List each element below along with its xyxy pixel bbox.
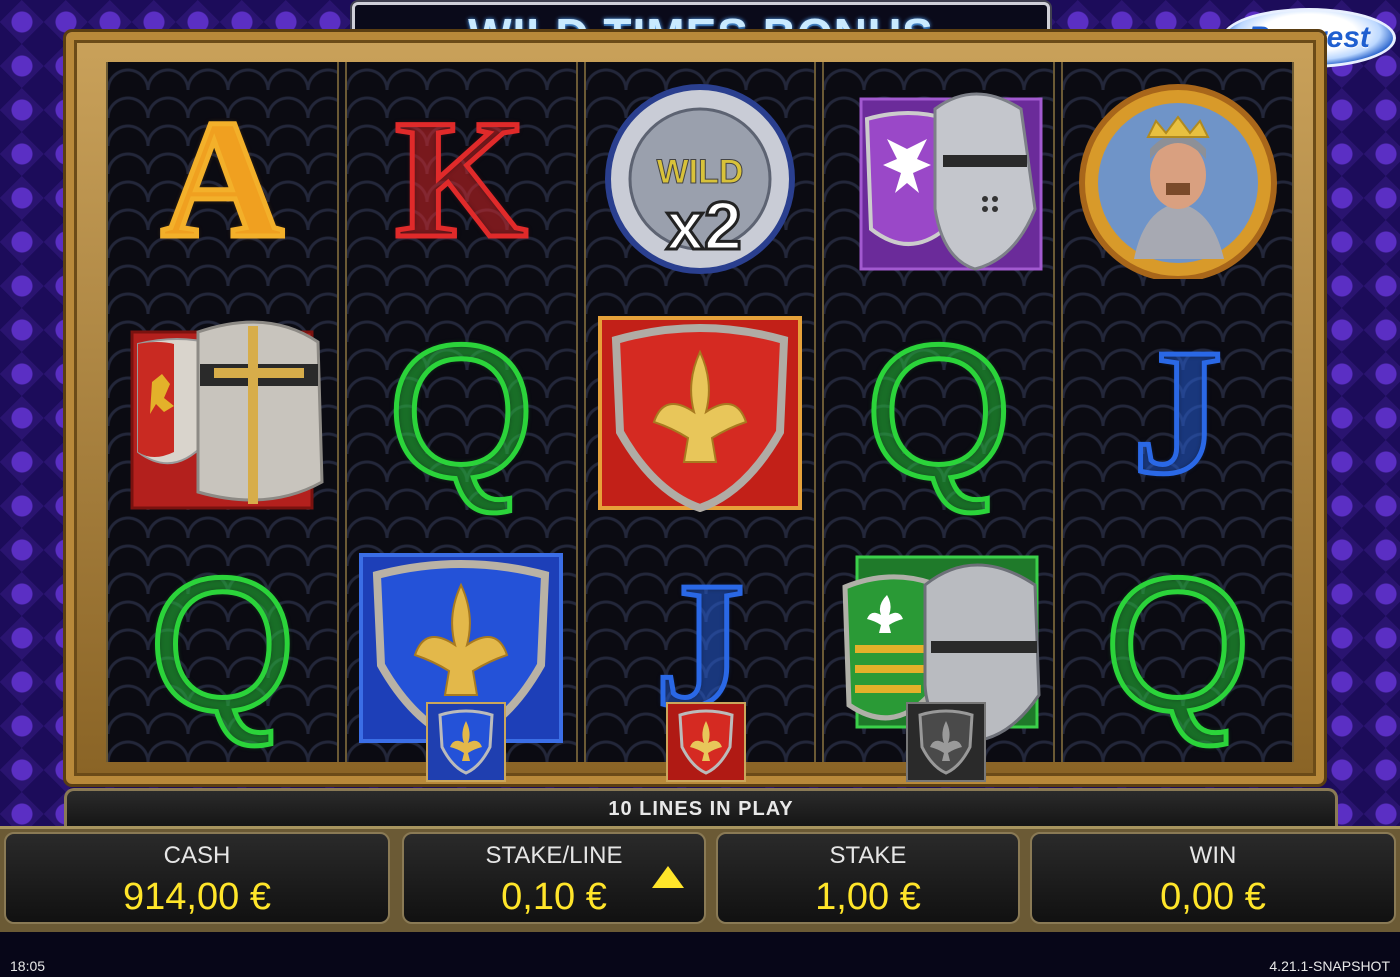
letter-j-symbol: J <box>1130 311 1225 511</box>
gray-fleur-shield-mini-icon <box>906 702 986 782</box>
reel-5-row-1 <box>1063 62 1292 295</box>
cash-value: 914,00 € <box>123 876 271 918</box>
red-fleur-shield-icon <box>597 315 802 512</box>
cash-label: CASH <box>163 842 231 869</box>
stake-box: STAKE 1,00 € <box>716 832 1020 924</box>
red-lion-shield-helmet-icon <box>130 320 324 509</box>
reel-5-row-2: J <box>1063 295 1292 528</box>
letter-q-symbol: Q <box>385 305 538 518</box>
letter-a-symbol: A <box>159 84 287 273</box>
lines-in-play-label: 10 LINES IN PLAY <box>608 798 794 820</box>
lines-in-play-bar: 10 LINES IN PLAY <box>64 788 1338 828</box>
win-box: WIN 0,00 € <box>1030 832 1396 924</box>
letter-q-symbol: Q <box>1101 538 1254 751</box>
reel-5-row-3: Q <box>1063 528 1292 761</box>
letter-q-symbol: Q <box>146 538 299 751</box>
stake-increase-arrow-icon[interactable] <box>652 866 684 888</box>
letter-q-symbol: Q <box>862 305 1015 518</box>
reel-1: A Q <box>106 62 339 762</box>
reel-1-row-3: Q <box>108 528 337 761</box>
win-label: WIN <box>1189 842 1237 869</box>
reel-2: K Q <box>344 62 578 762</box>
red-fleur-shield-mini-icon <box>666 702 746 782</box>
reel-5: J Q <box>1061 62 1294 762</box>
version-text: 4.21.1-SNAPSHOT <box>1269 958 1390 974</box>
reel-3: WILD x2 J <box>583 62 817 762</box>
cash-box: CASH 914,00 € <box>4 832 390 924</box>
purple-eagle-shield-helmet-icon <box>859 92 1043 271</box>
stake-label: STAKE <box>829 842 907 869</box>
reel-1-row-2 <box>108 295 337 528</box>
blue-fleur-shield-mini-icon <box>426 702 506 782</box>
reel-4-row-1 <box>824 62 1053 295</box>
win-value: 0,00 € <box>1160 876 1266 918</box>
reel-2-row-2: Q <box>347 295 576 528</box>
reel-2-row-1: K <box>347 62 576 295</box>
reel-area: A Q K Q WILD x2 J Q J Q <box>106 62 1294 762</box>
reel-3-row-1: WILD x2 <box>586 62 815 295</box>
reel-3-row-2 <box>586 295 815 528</box>
clock-text: 18:05 <box>10 958 46 974</box>
status-footer <box>0 932 1400 977</box>
wild-label: WILD <box>657 153 744 191</box>
wild-x2-coin-icon: WILD x2 <box>604 83 795 274</box>
stake-value: 1,00 € <box>815 876 921 918</box>
reel-4-row-2: Q <box>824 295 1053 528</box>
reel-4: Q <box>822 62 1056 762</box>
king-portrait-icon <box>1078 83 1277 279</box>
letter-k-symbol: K <box>393 84 530 273</box>
multiplier-label: x2 <box>666 188 742 264</box>
reel-1-row-1: A <box>108 62 337 295</box>
